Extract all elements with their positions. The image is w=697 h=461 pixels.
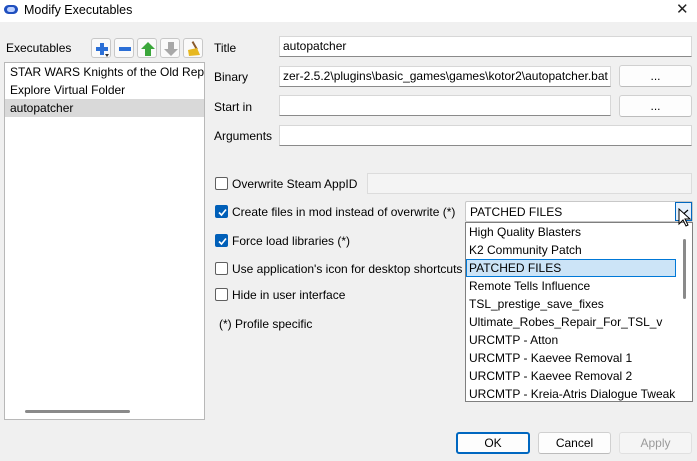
arguments-input[interactable] [279, 125, 692, 146]
binary-input[interactable]: zer-2.5.2\plugins\basic_games\games\koto… [279, 66, 611, 87]
dropdown-option[interactable]: TSL_prestige_save_fixes [466, 295, 676, 313]
executables-label: Executables [6, 41, 72, 55]
create-files-in-mod-checkbox[interactable] [215, 205, 228, 218]
dropdown-option[interactable]: High Quality Blasters [466, 223, 676, 241]
move-down-icon [164, 42, 178, 56]
start-in-browse-button[interactable]: ... [619, 95, 692, 117]
app-icon [4, 5, 18, 14]
mod-select-value: PATCHED FILES [470, 205, 563, 219]
mod-dropdown-list[interactable]: High Quality Blasters K2 Community Patch… [465, 222, 693, 402]
dropdown-option[interactable]: URCMTP - Kaevee Removal 1 [466, 349, 676, 367]
use-app-icon-checkbox[interactable] [215, 262, 228, 275]
ok-button[interactable]: OK [456, 432, 530, 454]
move-up-icon [141, 42, 155, 56]
close-button[interactable]: ✕ [676, 0, 689, 20]
window-title: Modify Executables [24, 3, 133, 17]
dropdown-option[interactable]: URCMTP - Kaevee Removal 2 [466, 367, 676, 385]
title-bar: Modify Executables ✕ [0, 0, 697, 22]
dropdown-option[interactable]: K2 Community Patch [466, 241, 676, 259]
mod-select[interactable]: PATCHED FILES [465, 201, 693, 222]
force-load-libraries-checkbox[interactable] [215, 234, 228, 247]
list-item-selected[interactable]: autopatcher [5, 99, 204, 117]
remove-button[interactable] [114, 38, 134, 58]
start-in-input[interactable] [279, 95, 611, 116]
checkmark-icon [218, 208, 227, 217]
remove-icon [119, 47, 131, 51]
cancel-button[interactable]: Cancel [538, 432, 611, 454]
binary-label: Binary [214, 70, 249, 84]
profile-specific-note: (*) Profile specific [219, 317, 313, 331]
use-app-icon-label: Use application's icon for desktop short… [232, 262, 463, 276]
hide-in-ui-checkbox[interactable] [215, 288, 228, 301]
clean-button[interactable] [183, 38, 203, 58]
executables-list[interactable]: STAR WARS Knights of the Old Republic Ex… [4, 62, 205, 420]
list-item[interactable]: STAR WARS Knights of the Old Republic [5, 63, 204, 81]
dropdown-option[interactable]: URCMTP - Kreia-Atris Dialogue Tweak [466, 385, 676, 401]
overwrite-steam-appid-checkbox[interactable] [215, 177, 228, 190]
vertical-scrollbar[interactable] [683, 239, 686, 299]
force-load-libraries-label: Force load libraries (*) [232, 234, 351, 248]
start-in-label: Start in [214, 100, 253, 114]
binary-browse-button[interactable]: ... [619, 65, 692, 87]
dropdown-option[interactable]: Remote Tells Influence [466, 277, 676, 295]
dropdown-option-highlighted[interactable]: PATCHED FILES [466, 259, 676, 277]
mouse-cursor-icon [678, 208, 692, 227]
overwrite-steam-appid-label: Overwrite Steam AppID [232, 177, 358, 191]
steam-appid-input[interactable] [367, 173, 692, 194]
horizontal-scrollbar[interactable] [25, 410, 130, 413]
dropdown-option[interactable]: Ultimate_Robes_Repair_For_TSL_v [466, 313, 676, 331]
checkmark-icon [218, 237, 227, 246]
broom-icon [188, 41, 200, 56]
hide-in-ui-label: Hide in user interface [232, 288, 346, 302]
arguments-label: Arguments [214, 129, 273, 143]
create-files-in-mod-label: Create files in mod instead of overwrite… [232, 205, 456, 219]
move-down-button[interactable] [160, 38, 180, 58]
dropdown-option[interactable]: URCMTP - Atton [466, 331, 676, 349]
title-input[interactable]: autopatcher [279, 36, 692, 57]
list-item[interactable]: Explore Virtual Folder [5, 81, 204, 99]
add-button[interactable] [91, 38, 111, 58]
move-up-button[interactable] [137, 38, 157, 58]
apply-button[interactable]: Apply [619, 432, 692, 454]
add-icon [96, 43, 109, 57]
title-label: Title [214, 41, 237, 55]
